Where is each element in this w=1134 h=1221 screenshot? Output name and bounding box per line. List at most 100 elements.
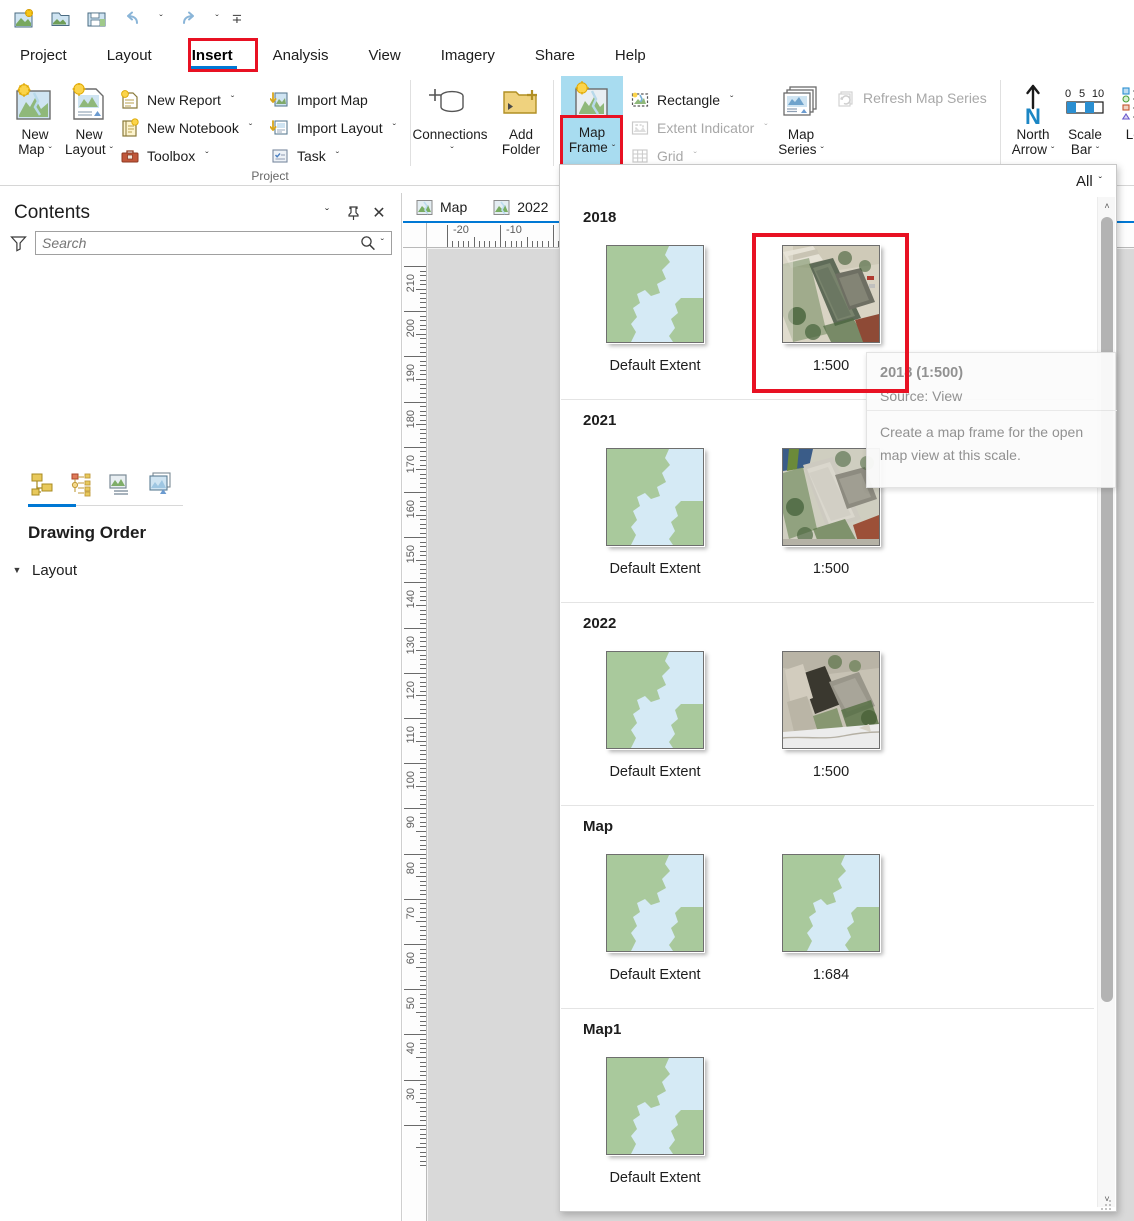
ruler-minor-tick — [420, 369, 426, 371]
ruler-minor-tick — [420, 555, 426, 557]
new-layout-button[interactable]: New Layout ˇ — [58, 78, 120, 170]
refresh-icon — [835, 87, 857, 109]
chevron-down-icon[interactable]: ˇ — [1099, 176, 1102, 187]
search-icon[interactable] — [355, 235, 381, 251]
gallery-scrollbar[interactable]: ˄ ˅ — [1097, 197, 1115, 1207]
import-layout-caret[interactable]: ˇ — [393, 123, 396, 134]
connections-caret[interactable]: ˇ — [450, 146, 453, 157]
map-series-button[interactable]: Map Series ˇ — [770, 78, 832, 170]
gallery-section-title: 2021 — [583, 412, 617, 429]
toolbox-button[interactable]: Toolbox ˇ — [116, 142, 212, 170]
ruler-minor-tick — [420, 406, 426, 408]
gallery-item[interactable]: 1:684 — [771, 853, 891, 983]
search-options-caret[interactable]: ˇ — [381, 238, 391, 249]
tab-share[interactable]: Share — [515, 38, 595, 72]
ruler-minor-tick — [420, 903, 426, 905]
new-notebook-caret[interactable]: ˇ — [249, 123, 252, 134]
add-folder-button[interactable]: Add Folder — [490, 78, 552, 170]
filter-icon[interactable] — [10, 235, 27, 252]
ruler-minor-tick — [420, 455, 426, 457]
gallery-item[interactable]: Default Extent — [595, 1056, 715, 1186]
ruler-minor-tick — [420, 623, 426, 625]
list-by-selection-tab[interactable] — [106, 469, 139, 501]
gallery-item[interactable]: Default Extent — [595, 853, 715, 983]
redo-icon[interactable] — [172, 4, 206, 34]
map-series-caret[interactable]: ˇ — [820, 146, 823, 157]
map-frame-button[interactable]: Map Frame ˇ — [561, 76, 623, 170]
ruler-major-tick — [404, 266, 426, 267]
ribbon-group-project: New Map ˇ New Layout ˇ New Report ˇ New … — [0, 72, 420, 185]
grid-caret[interactable]: ˇ — [693, 151, 696, 162]
open-project-icon[interactable] — [44, 4, 78, 34]
task-caret[interactable]: ˇ — [336, 151, 339, 162]
list-by-data-source-tab[interactable] — [67, 469, 100, 501]
scroll-up-arrow-icon[interactable]: ˄ — [1098, 197, 1116, 214]
gallery-item[interactable]: Default Extent — [595, 244, 715, 374]
gallery-item[interactable]: Default Extent — [595, 447, 715, 577]
undo-icon[interactable] — [116, 4, 150, 34]
extent-indicator-caret[interactable]: ˇ — [764, 123, 767, 134]
extent-indicator-button[interactable]: Extent Indicator ˇ — [626, 114, 771, 142]
new-report-button[interactable]: New Report ˇ — [116, 86, 237, 114]
tab-help[interactable]: Help — [595, 38, 666, 72]
new-layout-caret[interactable]: ˇ — [110, 146, 113, 157]
tab-layout[interactable]: Layout — [87, 38, 172, 72]
new-project-icon[interactable] — [8, 4, 42, 34]
list-by-snapping-tab[interactable] — [145, 469, 178, 501]
new-map-caret[interactable]: ˇ — [48, 146, 51, 157]
map-frame-label: Map Frame ˇ — [568, 125, 616, 155]
undo-dropdown-caret[interactable]: ˇ — [152, 4, 170, 34]
task-button[interactable]: Task ˇ — [266, 142, 342, 170]
scrollbar-thumb[interactable] — [1101, 217, 1113, 1002]
ruler-major-tick — [553, 225, 554, 247]
pane-menu-chevron-icon[interactable]: ˇ — [314, 200, 340, 226]
contents-tree-item-layout[interactable]: ▼ Layout — [10, 559, 390, 581]
scale-bar-caret[interactable]: ˇ — [1096, 146, 1099, 157]
import-layout-button[interactable]: Import Layout ˇ — [266, 114, 399, 142]
ruler-label: 130 — [405, 635, 417, 654]
gallery-item[interactable]: 1:500 — [771, 650, 891, 780]
save-project-icon[interactable] — [80, 4, 114, 34]
tab-analysis[interactable]: Analysis — [253, 38, 349, 72]
ruler-label: 190 — [405, 364, 417, 383]
ruler-minor-tick — [416, 288, 426, 290]
search-input[interactable] — [36, 232, 355, 254]
vertical-ruler[interactable]: 210 200 190 180 170 160 150 140 130 120 110 100 90 80… — [403, 248, 427, 1221]
gallery-item[interactable]: Default Extent — [595, 650, 715, 780]
tab-project[interactable]: Project — [0, 38, 87, 72]
tab-insert[interactable]: Insert — [172, 38, 253, 72]
legend-button[interactable]: Leg ˇ — [1106, 78, 1134, 170]
new-report-caret[interactable]: ˇ — [231, 95, 234, 106]
pane-close-icon[interactable]: ✕ — [366, 200, 392, 226]
contents-search-box[interactable]: ˇ — [35, 231, 392, 255]
redo-dropdown-caret[interactable]: ˇ — [208, 4, 226, 34]
new-layout-icon — [68, 82, 110, 124]
map-frame-caret[interactable]: ˇ — [612, 144, 615, 155]
connections-button[interactable]: Connections ˇ — [412, 78, 488, 170]
customize-quick-access-toolbar-icon[interactable]: ∓ — [228, 4, 246, 34]
new-notebook-button[interactable]: New Notebook ˇ — [116, 114, 255, 142]
pane-pin-icon[interactable] — [340, 200, 366, 226]
view-tab-map[interactable]: Map — [403, 193, 480, 221]
expand-triangle-icon[interactable]: ▼ — [10, 565, 24, 575]
ruler-label: 110 — [405, 726, 417, 744]
list-by-drawing-order-tab[interactable] — [28, 469, 61, 501]
ruler-minor-tick — [420, 858, 426, 860]
new-notebook-label: New Notebook — [147, 120, 239, 136]
rectangle-button[interactable]: Rectangle ˇ — [626, 86, 736, 114]
import-map-button[interactable]: Import Map — [266, 86, 371, 114]
new-map-button[interactable]: New Map ˇ — [4, 78, 66, 170]
gallery-filter-all[interactable]: All ˇ — [1076, 173, 1102, 190]
legend-icon — [1117, 82, 1134, 124]
rectangle-caret[interactable]: ˇ — [730, 95, 733, 106]
ruler-minor-tick — [420, 925, 426, 927]
tab-imagery[interactable]: Imagery — [421, 38, 515, 72]
gallery-resize-grip[interactable] — [1101, 1197, 1113, 1210]
ruler-minor-tick — [420, 297, 426, 299]
toolbox-caret[interactable]: ˇ — [205, 151, 208, 162]
view-tab-2022[interactable]: 2022 — [480, 193, 561, 221]
tab-view[interactable]: View — [348, 38, 420, 72]
ruler-minor-tick — [420, 1151, 426, 1153]
refresh-map-series-button[interactable]: Refresh Map Series — [832, 84, 990, 112]
quick-access-toolbar: ˇ ˇ ∓ — [0, 0, 1134, 38]
